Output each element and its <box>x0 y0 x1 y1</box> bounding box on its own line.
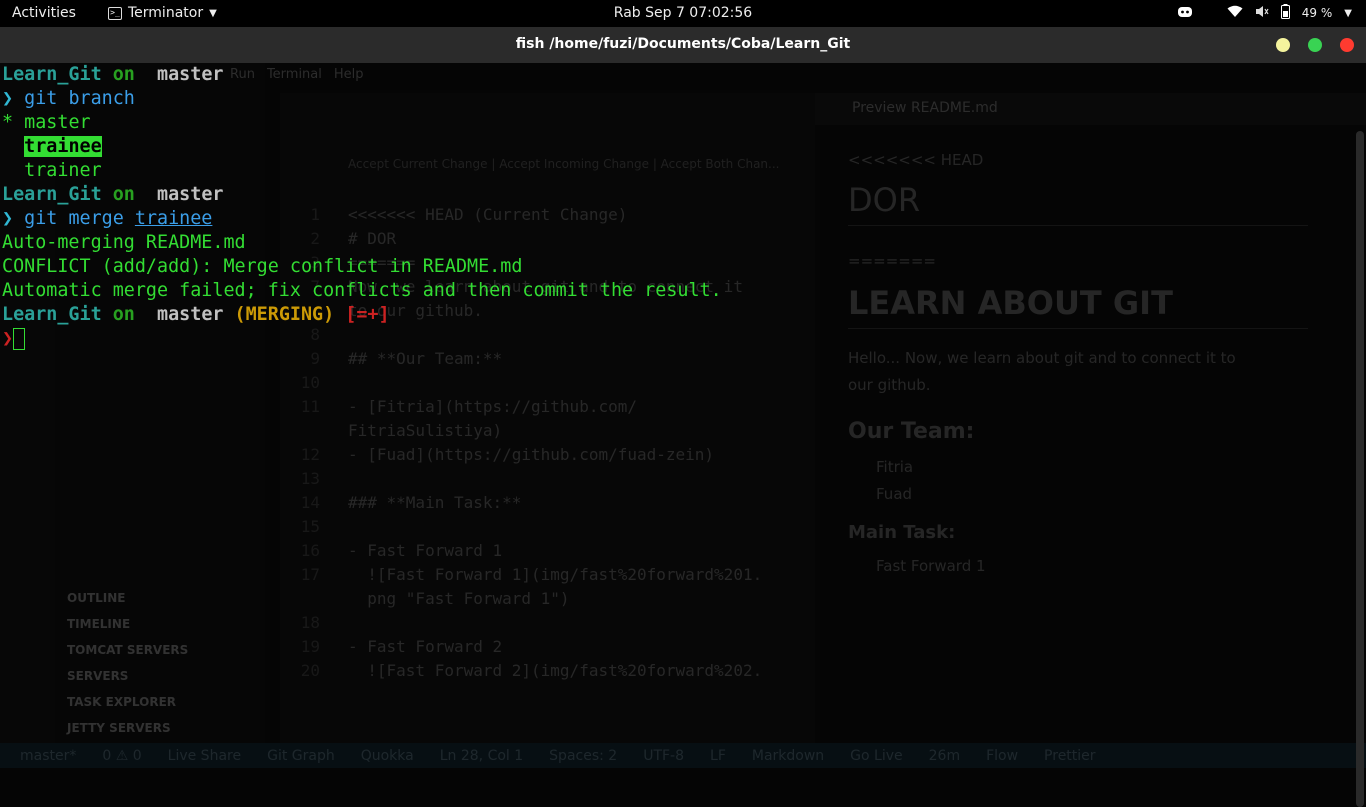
activities-button[interactable]: Activities <box>12 5 76 21</box>
maximize-button[interactable] <box>1308 38 1322 52</box>
chevron-down-icon: ▼ <box>1344 7 1352 19</box>
input-line[interactable]: ❯ <box>2 327 26 351</box>
chevron-down-icon: ▼ <box>209 7 217 19</box>
battery-percent: 49 % <box>1301 6 1333 20</box>
close-button[interactable] <box>1340 38 1354 52</box>
battery-icon[interactable] <box>1280 4 1290 22</box>
prompt-line: Learn_Git on master <box>2 184 224 205</box>
text-cursor <box>13 328 26 350</box>
discord-icon[interactable] <box>1177 6 1193 21</box>
output-line: Auto-merging README.md <box>2 232 246 253</box>
output-line: * master <box>2 112 91 133</box>
command-line: ❯ git merge trainee <box>2 208 213 229</box>
command-line: ❯ git branch <box>2 88 135 109</box>
window-titlebar[interactable]: fish /home/fuzi/Documents/Coba/Learn_Git <box>0 27 1366 63</box>
volume-muted-icon[interactable] <box>1255 5 1269 21</box>
output-line: CONFLICT (add/add): Merge conflict in RE… <box>2 256 523 277</box>
gnome-top-bar: Activities >_ Terminator ▼ Rab Sep 7 07:… <box>0 0 1366 27</box>
terminal-icon: >_ <box>108 6 122 20</box>
app-menu[interactable]: >_ Terminator ▼ <box>108 5 217 21</box>
app-menu-label: Terminator <box>128 5 204 21</box>
scrollbar[interactable] <box>1356 131 1364 807</box>
prompt-line: Learn_Git on master <box>2 64 224 85</box>
minimize-button[interactable] <box>1276 38 1290 52</box>
wifi-icon[interactable] <box>1227 5 1243 21</box>
system-tray[interactable]: 49 % ▼ <box>1177 4 1352 22</box>
output-line: trainee <box>24 136 102 157</box>
terminal-pane[interactable]: Learn_Git on master ❯ git branch * maste… <box>0 63 1366 807</box>
window-title: fish /home/fuzi/Documents/Coba/Learn_Git <box>515 36 851 52</box>
prompt-line: Learn_Git on master (MERGING) [=+] <box>2 304 390 325</box>
output-line: Automatic merge failed; fix conflicts an… <box>2 280 722 301</box>
output-line: trainer <box>2 160 102 181</box>
